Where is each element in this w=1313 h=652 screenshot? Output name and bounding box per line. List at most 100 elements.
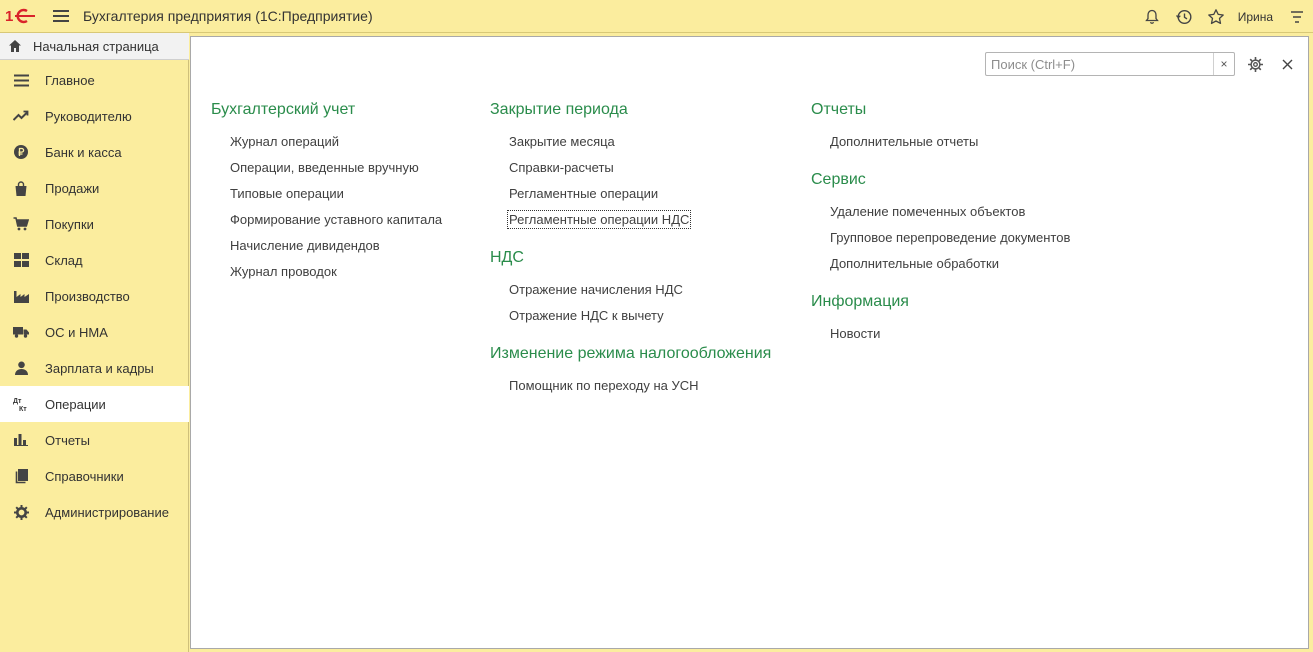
bell-icon[interactable]: [1136, 0, 1168, 33]
dt-kt-icon: Дт Кт: [13, 396, 29, 412]
link-vat-accrual[interactable]: Отражение начисления НДС: [509, 277, 771, 303]
home-page-label: Начальная страница: [33, 38, 159, 54]
sidebar-item-purchases[interactable]: Покупки: [0, 206, 189, 242]
list-icon: [13, 72, 29, 88]
ruble-icon: [13, 144, 29, 160]
sidebar-item-operations[interactable]: Дт Кт Операции: [0, 386, 189, 422]
grid-icon: [13, 252, 29, 268]
column-right: Отчеты Дополнительные отчеты Сервис Удал…: [811, 97, 1070, 359]
section-reports: Отчеты Дополнительные отчеты: [811, 97, 1070, 155]
section-info: Информация Новости: [811, 289, 1070, 347]
link-dividends[interactable]: Начисление дивидендов: [230, 233, 442, 259]
trend-icon: [13, 108, 29, 124]
link-group-reposting[interactable]: Групповое перепроведение документов: [830, 225, 1070, 251]
section-title: Информация: [811, 293, 909, 310]
section-tax-mode: Изменение режима налогообложения Помощни…: [490, 341, 771, 399]
history-icon[interactable]: [1168, 0, 1200, 33]
bar-chart-icon: [13, 432, 29, 448]
books-icon: [13, 468, 29, 484]
sidebar-item-label: Руководителю: [45, 108, 132, 124]
sidebar-item-label: Продажи: [45, 180, 100, 196]
sidebar-item-administration[interactable]: Администрирование: [0, 494, 189, 530]
search-box: ×: [985, 52, 1235, 76]
gear-icon: [1247, 56, 1263, 72]
sidebar-item-bank[interactable]: Банк и касса: [0, 134, 189, 170]
link-authorized-capital[interactable]: Формирование уставного капитала: [230, 207, 442, 233]
link-operations-journal[interactable]: Журнал операций: [230, 129, 442, 155]
close-icon: [1282, 59, 1292, 69]
section-title: Бухгалтерский учет: [211, 101, 356, 118]
sidebar-item-manager[interactable]: Руководителю: [0, 98, 189, 134]
sidebar-item-label: Банк и касса: [45, 144, 122, 160]
section-accounting: Бухгалтерский учет Журнал операций Опера…: [211, 97, 442, 285]
sidebar-item-label: Склад: [45, 252, 83, 268]
close-button[interactable]: [1276, 53, 1298, 75]
svg-text:1: 1: [5, 8, 13, 25]
sidebar-item-label: Справочники: [45, 468, 124, 484]
link-usn-assistant[interactable]: Помощник по переходу на УСН: [509, 373, 771, 399]
panel-settings-button[interactable]: [1244, 53, 1266, 75]
person-icon: [13, 360, 29, 376]
section-title: Сервис: [811, 171, 866, 188]
link-entries-journal[interactable]: Журнал проводок: [230, 259, 442, 285]
sidebar: Начальная страница Главное Руководителю …: [0, 33, 189, 652]
section-title: Закрытие периода: [490, 101, 628, 118]
section-period-close: Закрытие периода Закрытие месяца Справки…: [490, 97, 771, 233]
user-name[interactable]: Ирина: [1238, 10, 1273, 24]
bag-icon: [13, 180, 29, 196]
sidebar-item-label: Покупки: [45, 216, 94, 232]
sidebar-item-label: Производство: [45, 288, 130, 304]
sidebar-item-label: Администрирование: [45, 504, 169, 520]
sidebar-item-assets[interactable]: ОС и НМА: [0, 314, 189, 350]
hamburger-icon[interactable]: [53, 10, 69, 22]
sidebar-nav: Главное Руководителю Банк и касса Продаж…: [0, 62, 189, 530]
settings-menu-icon[interactable]: [1281, 0, 1313, 33]
cart-icon: [13, 216, 29, 232]
link-manual-operations[interactable]: Операции, введенные вручную: [230, 155, 442, 181]
link-delete-marked[interactable]: Удаление помеченных объектов: [830, 199, 1070, 225]
sidebar-item-reports[interactable]: Отчеты: [0, 422, 189, 458]
section-title: Отчеты: [811, 101, 867, 118]
svg-text:Дт: Дт: [13, 398, 22, 405]
sidebar-item-label: Отчеты: [45, 432, 90, 448]
star-icon[interactable]: [1200, 0, 1232, 33]
link-typical-operations[interactable]: Типовые операции: [230, 181, 442, 207]
section-title: Изменение режима налогообложения: [490, 345, 772, 362]
link-additional-processing[interactable]: Дополнительные обработки: [830, 251, 1070, 277]
link-calculation-certificates[interactable]: Справки-расчеты: [509, 155, 771, 181]
section-title: НДС: [490, 249, 524, 266]
factory-icon: [13, 288, 29, 304]
link-news[interactable]: Новости: [830, 321, 1070, 347]
gear-icon: [13, 504, 29, 520]
sidebar-item-label: Главное: [45, 72, 95, 88]
home-icon: [9, 40, 21, 52]
sidebar-item-directories[interactable]: Справочники: [0, 458, 189, 494]
home-page-tab[interactable]: Начальная страница: [0, 33, 189, 60]
column-left: Бухгалтерский учет Журнал операций Опера…: [211, 97, 442, 297]
section-vat: НДС Отражение начисления НДС Отражение Н…: [490, 245, 771, 329]
truck-icon: [13, 324, 29, 340]
sidebar-item-label: Операции: [45, 396, 106, 412]
sidebar-item-label: ОС и НМА: [45, 324, 108, 340]
search-input[interactable]: [986, 53, 1213, 75]
link-month-close[interactable]: Закрытие месяца: [509, 129, 771, 155]
link-routine-operations[interactable]: Регламентные операции: [509, 181, 771, 207]
sidebar-item-salary[interactable]: Зарплата и кадры: [0, 350, 189, 386]
title-bar: 1 Бухгалтерия предприятия (1С:Предприяти…: [0, 0, 1313, 33]
sidebar-item-production[interactable]: Производство: [0, 278, 189, 314]
sidebar-item-main[interactable]: Главное: [0, 62, 189, 98]
sidebar-item-sales[interactable]: Продажи: [0, 170, 189, 206]
svg-text:Кт: Кт: [19, 406, 27, 412]
1c-logo-icon[interactable]: 1: [5, 6, 43, 26]
section-service: Сервис Удаление помеченных объектов Груп…: [811, 167, 1070, 277]
sidebar-item-label: Зарплата и кадры: [45, 360, 154, 376]
link-additional-reports[interactable]: Дополнительные отчеты: [830, 129, 1070, 155]
app-title: Бухгалтерия предприятия (1С:Предприятие): [83, 8, 373, 24]
sidebar-item-warehouse[interactable]: Склад: [0, 242, 189, 278]
clear-search-button[interactable]: ×: [1213, 53, 1234, 75]
operations-panel: × Бухгалтерский учет Журнал операций Опе…: [190, 36, 1309, 649]
column-middle: Закрытие периода Закрытие месяца Справки…: [490, 97, 771, 411]
link-vat-deduction[interactable]: Отражение НДС к вычету: [509, 303, 771, 329]
link-label: Регламентные операции НДС: [506, 210, 692, 229]
link-routine-vat-operations[interactable]: Регламентные операции НДС: [506, 207, 771, 233]
